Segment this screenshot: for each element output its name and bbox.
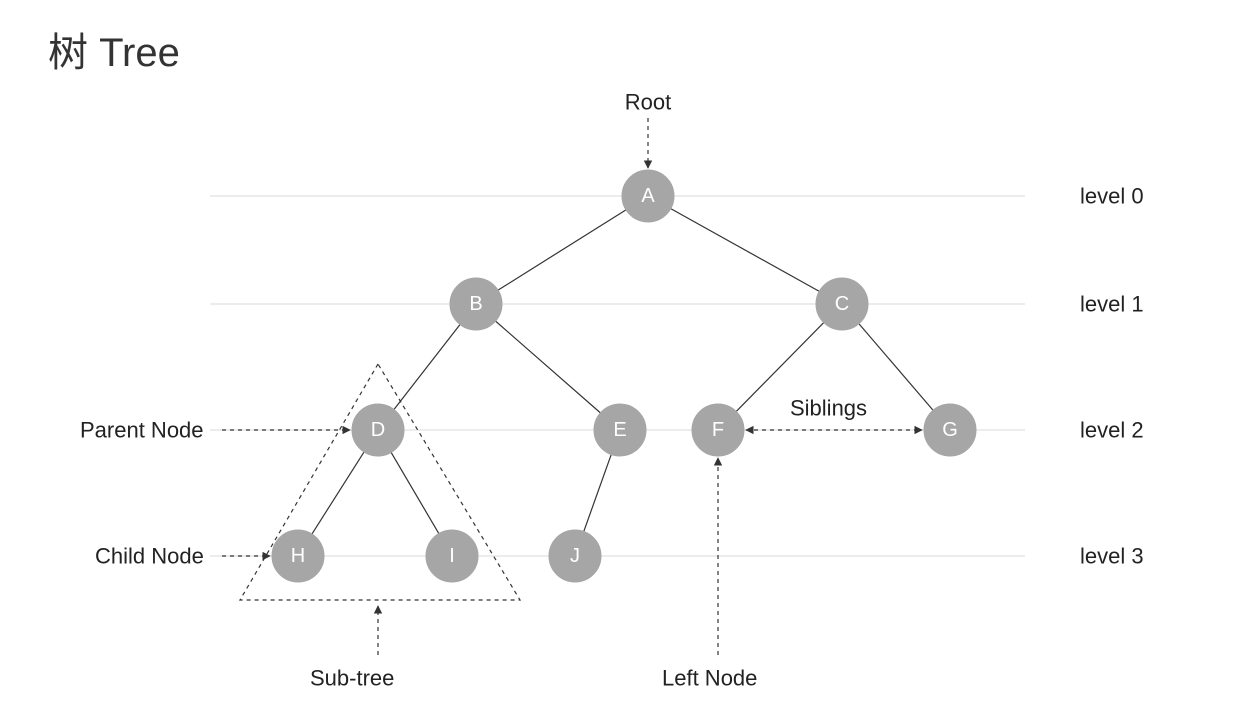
parent-node-label: Parent Node bbox=[80, 418, 204, 443]
node-label-G: G bbox=[942, 419, 958, 441]
node-label-A: A bbox=[641, 185, 655, 207]
edge-B-E bbox=[496, 321, 601, 413]
level-label-2: level 2 bbox=[1080, 418, 1144, 443]
edge-E-J bbox=[584, 454, 612, 531]
siblings-label: Siblings bbox=[790, 396, 867, 421]
node-D: D bbox=[352, 404, 404, 456]
edge-C-G bbox=[859, 324, 933, 411]
node-label-J: J bbox=[570, 545, 580, 567]
node-A: A bbox=[622, 170, 674, 222]
node-label-F: F bbox=[712, 419, 724, 441]
node-H: H bbox=[272, 530, 324, 582]
child-node-label: Child Node bbox=[95, 544, 204, 569]
level-label-3: level 3 bbox=[1080, 544, 1144, 569]
node-label-I: I bbox=[449, 545, 455, 567]
node-G: G bbox=[924, 404, 976, 456]
edge-A-B bbox=[498, 210, 626, 290]
edge-B-D bbox=[394, 325, 460, 410]
tree-diagram: A B C D E F G H I J Root Parent Node Child Node Sibl… bbox=[0, 0, 1234, 716]
node-label-B: B bbox=[469, 293, 482, 315]
edge-D-I bbox=[391, 452, 439, 533]
subtree-label: Sub-tree bbox=[310, 666, 394, 691]
node-I: I bbox=[426, 530, 478, 582]
node-C: C bbox=[816, 278, 868, 330]
node-B: B bbox=[450, 278, 502, 330]
edge-A-C bbox=[671, 209, 820, 292]
node-E: E bbox=[594, 404, 646, 456]
node-label-H: H bbox=[291, 545, 305, 567]
root-label: Root bbox=[625, 90, 671, 115]
level-label-1: level 1 bbox=[1080, 292, 1144, 317]
node-label-C: C bbox=[835, 293, 849, 315]
node-label-D: D bbox=[371, 419, 385, 441]
level-label-0: level 0 bbox=[1080, 184, 1144, 209]
left-node-label: Left Node bbox=[662, 666, 757, 691]
node-F: F bbox=[692, 404, 744, 456]
node-label-E: E bbox=[613, 419, 626, 441]
node-J: J bbox=[549, 530, 601, 582]
